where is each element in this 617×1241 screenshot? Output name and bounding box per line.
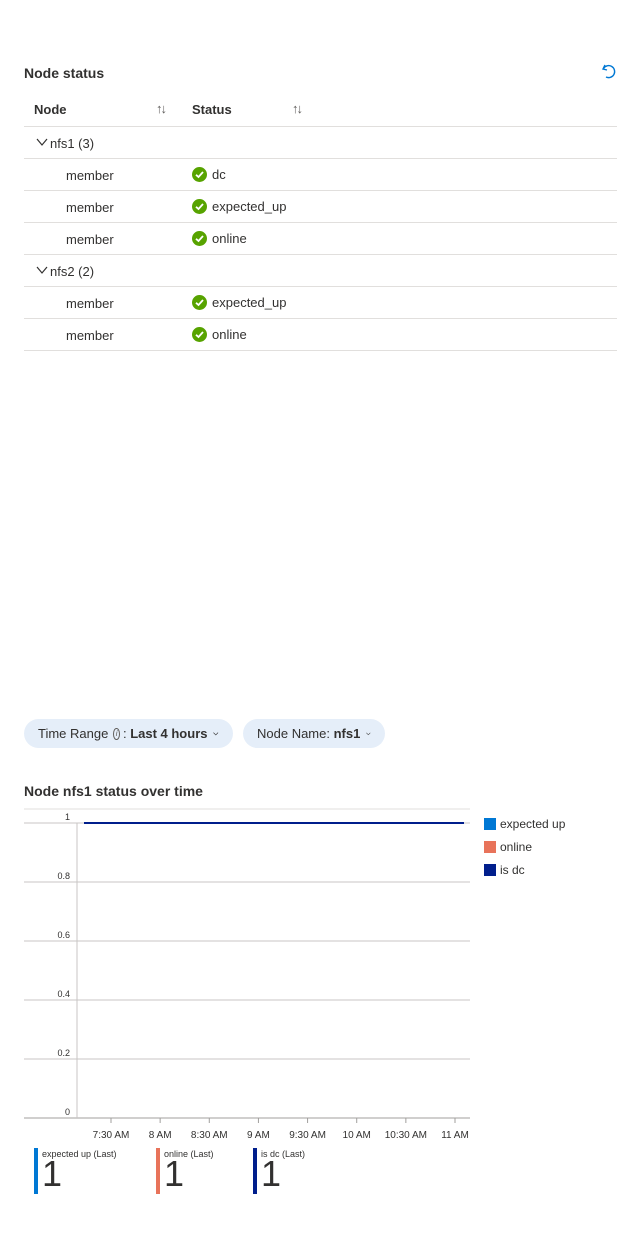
y-tick-label: 0.2	[57, 1048, 70, 1058]
time-range-label: Time Range	[38, 726, 109, 741]
status-cell: expected_up	[192, 295, 286, 310]
sort-status-icon[interactable]: ↑↓	[292, 101, 303, 116]
node-name-value: nfs1	[333, 726, 361, 741]
node-name-label: Node Name:	[257, 726, 330, 741]
group-label: nfs2 (2)	[50, 264, 95, 279]
status-text: online	[212, 327, 247, 342]
node-cell: member	[66, 168, 114, 183]
table-row[interactable]: member online	[24, 223, 617, 255]
tile-value: 1	[261, 1153, 282, 1194]
tile-color-bar	[253, 1148, 257, 1194]
legend-swatch	[484, 863, 496, 876]
node-cell: member	[66, 200, 114, 215]
status-text: online	[212, 231, 247, 246]
status-text: expected_up	[212, 199, 287, 214]
y-tick-label: 0.8	[57, 871, 70, 881]
legend-swatch	[484, 840, 496, 853]
x-tick-label: 9:30 AM	[289, 1130, 326, 1141]
column-header-node[interactable]: Node	[34, 102, 67, 117]
chart-title: Node nfs1 status over time	[24, 783, 203, 799]
legend-item[interactable]: expected up	[484, 812, 565, 835]
refresh-icon[interactable]	[600, 62, 617, 80]
time-range-filter[interactable]: Time Range i : Last 4 hours	[24, 719, 233, 748]
time-range-separator: :	[122, 726, 127, 741]
x-tick-label: 8:30 AM	[191, 1130, 228, 1141]
x-tick-label: 9 AM	[247, 1130, 270, 1141]
legend-label: expected up	[500, 816, 566, 831]
status-cell: online	[192, 231, 247, 246]
legend-label: online	[500, 839, 533, 854]
status-cell: online	[192, 327, 247, 342]
node-status-grid: Node ↑↓ Status ↑↓ nfs1 (3) member dc member…	[24, 93, 617, 351]
chart-legend: expected up online is dc	[484, 812, 565, 881]
table-row[interactable]: member expected_up	[24, 191, 617, 223]
node-cell: member	[66, 296, 114, 311]
legend-label: is dc	[500, 862, 525, 877]
status-line-chart: 0 0.2 0.4 0.6 0.8 1 7:30 AM 8 AM 8:30 AM 9 AM 9:30…	[24, 808, 470, 1141]
summary-tiles: expected up (Last) 1 online (Last) 1 is dc (…	[34, 1148, 351, 1194]
legend-item[interactable]: online	[484, 835, 565, 858]
column-header-status[interactable]: Status	[192, 102, 232, 117]
group-row[interactable]: nfs2 (2)	[24, 255, 617, 287]
summary-tile: is dc (Last) 1	[253, 1148, 351, 1194]
node-cell: member	[66, 232, 114, 247]
summary-tile: expected up (Last) 1	[34, 1148, 156, 1194]
status-text: dc	[212, 167, 226, 182]
y-tick-label: 1	[65, 812, 70, 822]
check-circle-icon	[192, 167, 207, 182]
y-tick-label: 0.6	[57, 930, 70, 940]
node-status-title: Node status	[24, 65, 105, 81]
info-icon[interactable]: i	[113, 727, 120, 740]
check-circle-icon	[192, 231, 207, 246]
time-range-value: Last 4 hours	[130, 726, 208, 741]
x-tick-label: 7:30 AM	[93, 1130, 130, 1141]
check-circle-icon	[192, 295, 207, 310]
x-tick-label: 10 AM	[343, 1130, 371, 1141]
x-tick-label: 10:30 AM	[385, 1130, 427, 1141]
status-cell: expected_up	[192, 199, 286, 214]
table-row[interactable]: member expected_up	[24, 287, 617, 319]
table-row[interactable]: member online	[24, 319, 617, 351]
sort-node-icon[interactable]: ↑↓	[156, 101, 167, 116]
node-name-filter[interactable]: Node Name: nfs1	[243, 719, 385, 748]
x-tick-label: 11 AM	[441, 1130, 469, 1141]
summary-tile: online (Last) 1	[156, 1148, 253, 1194]
legend-swatch	[484, 817, 496, 830]
chevron-down-icon[interactable]	[36, 264, 48, 276]
check-circle-icon	[192, 327, 207, 342]
chevron-down-icon	[213, 731, 219, 735]
y-tick-label: 0.4	[57, 989, 70, 999]
legend-item[interactable]: is dc	[484, 858, 565, 881]
tile-color-bar	[34, 1148, 38, 1194]
group-label: nfs1 (3)	[50, 136, 95, 151]
node-cell: member	[66, 328, 114, 343]
group-row[interactable]: nfs1 (3)	[24, 127, 617, 159]
status-text: expected_up	[212, 295, 287, 310]
y-tick-label: 0	[65, 1107, 70, 1117]
tile-value: 1	[164, 1153, 185, 1194]
tile-value: 1	[42, 1153, 63, 1194]
status-cell: dc	[192, 167, 226, 182]
table-row[interactable]: member dc	[24, 159, 617, 191]
check-circle-icon	[192, 199, 207, 214]
grid-header: Node ↑↓ Status ↑↓	[24, 93, 617, 127]
chevron-down-icon[interactable]	[36, 136, 48, 148]
x-tick-label: 8 AM	[149, 1130, 172, 1141]
chevron-down-icon	[366, 732, 371, 735]
tile-color-bar	[156, 1148, 160, 1194]
